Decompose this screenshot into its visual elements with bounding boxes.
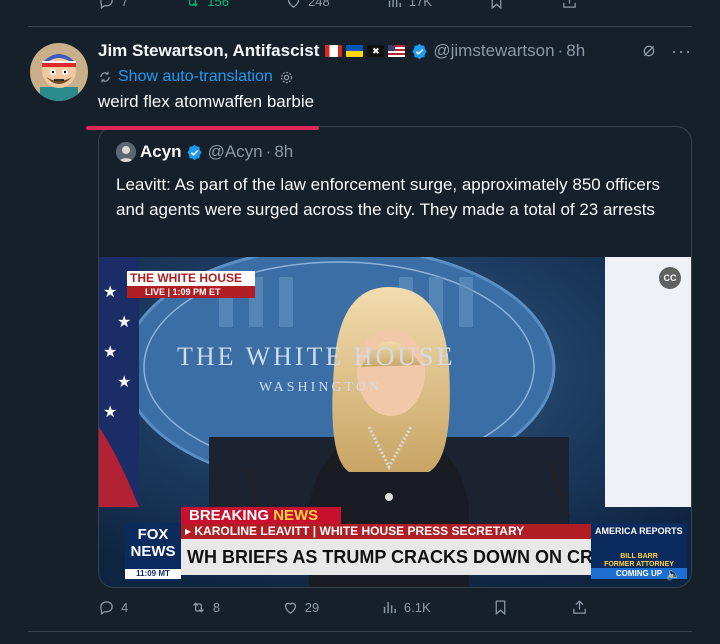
prev-views-count: 17K <box>408 0 432 9</box>
previous-tweet-actions: 7 156 248 17K <box>98 0 578 10</box>
fox-clock: 11:09 MT <box>125 569 181 579</box>
news-chyron: BREAKING NEWS ▸ KAROLINE LEAVITT | WHITE… <box>125 503 687 581</box>
avatar[interactable] <box>30 43 88 101</box>
wh-tag-title: THE WHITE HOUSE <box>127 271 255 286</box>
author-name[interactable]: Jim Stewartson, Antifascist <box>98 41 319 61</box>
usa-flag-icon <box>388 45 406 57</box>
quote-handle[interactable]: @Acyn <box>208 142 263 162</box>
breaking-news-label: BREAKING NEWS <box>181 507 341 524</box>
flag-emojis: ✖ <box>325 45 406 57</box>
bookmark-button[interactable] <box>492 599 509 616</box>
reply-button[interactable]: 4 <box>98 599 128 616</box>
quoted-tweet[interactable]: Acyn @Acyn · 8h Leavitt: As part of the … <box>98 126 692 588</box>
prev-bookmark-button[interactable] <box>488 0 505 10</box>
ukraine-flag-icon <box>346 45 364 57</box>
chyron-headline: WH BRIEFS AS TRUMP CRACKS DOWN ON CRIME … <box>181 539 593 575</box>
header-actions: ··· <box>641 41 692 62</box>
like-icon <box>287 0 300 8</box>
fox-logo-line2: NEWS <box>130 543 176 560</box>
show-auto-translation-link[interactable]: Show auto-translation <box>98 67 294 87</box>
prev-retweet-count: 156 <box>207 0 229 9</box>
share-icon <box>573 599 586 614</box>
svg-text:★: ★ <box>103 284 117 301</box>
prev-reply-count: 7 <box>121 0 129 9</box>
red-underline-annotation <box>86 126 319 130</box>
tweet-header: Jim Stewartson, Antifascist ✖ @jimstewar… <box>98 39 692 63</box>
bookmark-icon <box>495 599 506 615</box>
like-count: 29 <box>304 599 320 615</box>
divider <box>28 631 692 632</box>
quote-header: Acyn @Acyn · 8h <box>116 142 293 162</box>
reply-icon <box>100 0 113 9</box>
canada-flag-icon <box>325 45 343 57</box>
captions-button[interactable]: CC <box>659 267 681 289</box>
quote-verified-badge-icon <box>186 144 202 160</box>
views-count: 6.1K <box>403 599 431 615</box>
gear-icon[interactable] <box>279 70 294 85</box>
quote-time[interactable]: 8h <box>274 142 293 162</box>
tweet-time[interactable]: 8h <box>566 41 585 61</box>
prev-like-button[interactable]: 248 <box>285 0 330 10</box>
pirate-flag-icon: ✖ <box>367 45 385 57</box>
retweet-icon <box>189 0 199 7</box>
divider <box>28 26 692 27</box>
translate-icon <box>100 71 110 83</box>
breaking-word: BREAKING <box>189 507 270 524</box>
backdrop-subtitle: WASHINGTON <box>259 380 382 395</box>
views-icon <box>388 0 401 7</box>
video-player[interactable]: ★ ★ ★ ★ ★ THE WHITE HOUSE WASHINGTON THE WHI… <box>99 257 691 587</box>
quote-author-name[interactable]: Acyn <box>140 142 182 162</box>
author-handle[interactable]: @jimstewartson <box>433 41 554 61</box>
like-icon <box>284 602 296 614</box>
quote-avatar[interactable] <box>116 142 136 162</box>
white-house-live-tag: THE WHITE HOUSE LIVE | 1:09 PM ET <box>127 271 255 299</box>
translation-label: Show auto-translation <box>118 68 273 85</box>
backdrop-title: THE WHITE HOUSE <box>177 342 455 371</box>
separator-dot: · <box>265 142 272 161</box>
views-icon <box>383 601 396 613</box>
views-button[interactable]: 6.1K <box>381 599 431 616</box>
share-button[interactable] <box>571 599 588 616</box>
mute-icon[interactable]: 🔈 <box>666 567 681 581</box>
prev-retweet-button[interactable]: 156 <box>184 0 229 10</box>
svg-text:★: ★ <box>103 344 117 361</box>
svg-text:★: ★ <box>117 374 131 391</box>
tweet-text: weird flex atomwaffen barbie <box>98 92 315 111</box>
reply-icon <box>100 600 113 615</box>
america-reports-title: AMERICA REPORTS <box>595 526 683 536</box>
guest-name: BILL BARR <box>620 553 658 560</box>
reply-count: 4 <box>121 599 129 615</box>
retweet-icon <box>192 601 204 613</box>
grok-icon[interactable] <box>641 43 657 59</box>
prev-views-button[interactable]: 17K <box>386 0 432 10</box>
quote-avatar-icon <box>116 142 136 162</box>
svg-text:★: ★ <box>103 404 117 421</box>
prev-reply-button[interactable]: 7 <box>98 0 128 10</box>
prev-share-button[interactable] <box>561 0 578 10</box>
share-icon <box>563 0 576 8</box>
quote-text: Leavitt: As part of the law enforcement … <box>116 175 660 219</box>
separator-dot: · <box>557 41 564 60</box>
retweet-count: 8 <box>212 599 221 615</box>
fox-logo-line1: FOX <box>137 526 169 543</box>
verified-badge-icon <box>412 43 427 59</box>
bookmark-icon <box>491 0 502 9</box>
wh-tag-live: LIVE | 1:09 PM ET <box>127 286 255 298</box>
svg-text:★: ★ <box>117 314 131 331</box>
tweet-actions: 4 8 29 6.1K <box>98 596 588 618</box>
like-button[interactable]: 29 <box>282 599 319 616</box>
more-options-icon[interactable]: ··· <box>671 41 692 62</box>
news-word: NEWS <box>273 507 319 524</box>
speaker-name-bar: ▸ KAROLINE LEAVITT | WHITE HOUSE PRESS S… <box>181 524 591 539</box>
retweet-button[interactable]: 8 <box>190 599 220 616</box>
prev-like-count: 248 <box>308 0 330 9</box>
avatar-cartoon-icon <box>30 43 88 101</box>
